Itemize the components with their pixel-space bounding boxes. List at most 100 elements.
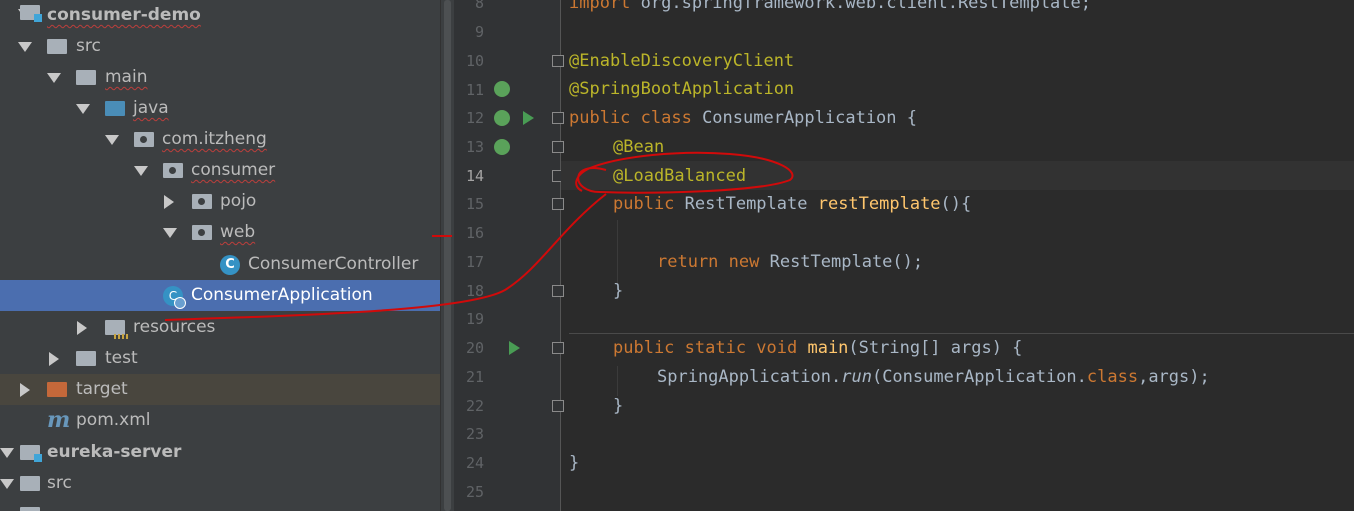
code-line-21[interactable]: SpringApplication.run(ConsumerApplicatio… xyxy=(657,363,1210,392)
code-line-13[interactable]: @Bean xyxy=(613,133,664,162)
tree-item-consumer-controller[interactable]: C ConsumerController xyxy=(0,249,440,280)
tree-item-label: consumer-demo xyxy=(47,5,201,25)
java-class-icon: C xyxy=(220,255,240,275)
line-number-current: 14 xyxy=(465,167,484,185)
collapse-arrow-icon[interactable] xyxy=(18,31,32,62)
collapse-arrow-icon[interactable] xyxy=(76,93,90,124)
maven-icon: m xyxy=(47,407,71,433)
tree-item-consumer[interactable]: consumer xyxy=(0,155,440,186)
spring-boot-class-icon: C xyxy=(163,286,186,309)
module-folder-icon xyxy=(20,445,42,462)
scrollbar-thumb[interactable] xyxy=(444,0,451,511)
tree-item-consumer-application[interactable]: C ConsumerApplication xyxy=(0,280,440,311)
project-tree-panel[interactable]: consumer-demo src main java com.itzheng … xyxy=(0,0,440,511)
code-line-15[interactable]: public RestTemplate restTemplate(){ xyxy=(613,190,971,219)
source-folder-icon xyxy=(105,101,125,116)
code-line-18[interactable]: } xyxy=(613,277,623,306)
code-line-22[interactable]: } xyxy=(613,392,623,421)
folder-icon xyxy=(20,507,40,511)
tree-item-label: src xyxy=(47,473,72,493)
collapse-arrow-icon[interactable] xyxy=(134,155,148,186)
package-icon xyxy=(192,194,212,209)
tree-item-com-itzheng[interactable]: com.itzheng xyxy=(0,124,440,155)
tree-item-web[interactable]: web xyxy=(0,217,440,248)
tree-item-pojo[interactable]: pojo xyxy=(0,186,440,217)
tree-item-label: pom.xml xyxy=(76,410,151,430)
code-line-24[interactable]: } xyxy=(569,449,579,478)
package-icon xyxy=(192,225,212,240)
code-line-11[interactable]: @SpringBootApplication xyxy=(569,75,794,104)
code-line-14[interactable]: @LoadBalanced xyxy=(613,162,746,191)
run-main-icon[interactable] xyxy=(509,341,520,355)
package-icon xyxy=(163,163,183,178)
folder-icon xyxy=(76,70,96,85)
tree-item-label: eureka-server xyxy=(47,442,182,462)
tree-item-label: java xyxy=(133,98,169,118)
spring-boot-icon[interactable] xyxy=(494,110,510,126)
line-number: 17 xyxy=(465,253,484,271)
line-number: 15 xyxy=(465,195,484,213)
code-line-17[interactable]: return new RestTemplate(); xyxy=(657,248,923,277)
tree-item-label: ConsumerApplication xyxy=(191,285,373,305)
collapse-arrow-icon[interactable] xyxy=(0,437,14,468)
tree-item-label: main xyxy=(105,67,148,87)
line-number: 24 xyxy=(465,454,484,472)
expand-arrow-icon[interactable] xyxy=(18,374,30,405)
line-number: 18 xyxy=(465,282,484,300)
folder-icon xyxy=(47,39,67,54)
code-line-20[interactable]: public static void main(String[] args) { xyxy=(613,334,1022,363)
collapse-arrow-icon[interactable] xyxy=(163,217,177,248)
line-number: 25 xyxy=(465,483,484,501)
folder-icon xyxy=(76,351,96,366)
package-icon xyxy=(134,132,154,147)
tree-item-consumer-demo[interactable]: consumer-demo xyxy=(0,0,440,31)
tree-item-target[interactable]: target xyxy=(0,374,440,405)
line-number: 13 xyxy=(465,138,484,156)
expand-arrow-icon[interactable] xyxy=(47,343,59,374)
line-number: 12 xyxy=(465,109,484,127)
tree-item-src[interactable]: src xyxy=(0,468,440,499)
code-line-10[interactable]: @EnableDiscoveryClient xyxy=(569,47,794,76)
collapse-arrow-icon[interactable] xyxy=(0,468,14,499)
tree-item-pom-xml[interactable]: m pom.xml xyxy=(0,405,440,436)
tree-item-label: com.itzheng xyxy=(162,129,267,149)
tree-item-label: ConsumerController xyxy=(248,254,419,274)
code-line-8[interactable]: import org.springframework.web.client.Re… xyxy=(569,0,1091,18)
line-number: 8 xyxy=(474,0,484,12)
tree-item-java[interactable]: java xyxy=(0,93,440,124)
tree-item-label: pojo xyxy=(220,191,257,211)
line-number: 10 xyxy=(465,52,484,70)
tree-item-label: src xyxy=(76,36,101,56)
line-number: 23 xyxy=(465,425,484,443)
tree-item-label: target xyxy=(76,379,128,399)
module-folder-icon xyxy=(20,5,42,22)
tree-item-label: consumer xyxy=(191,160,276,180)
run-class-icon[interactable] xyxy=(523,111,534,125)
line-number: 11 xyxy=(465,81,484,99)
tree-item-label: resources xyxy=(133,317,216,337)
tree-item-partial[interactable] xyxy=(0,499,440,511)
tree-item-src[interactable]: src xyxy=(0,31,440,62)
spring-bean-icon[interactable] xyxy=(494,139,510,155)
line-number: 21 xyxy=(465,368,484,386)
collapse-arrow-icon[interactable] xyxy=(105,124,119,155)
collapse-arrow-icon[interactable] xyxy=(47,62,61,93)
tree-item-label: web xyxy=(220,222,256,242)
expand-arrow-icon[interactable] xyxy=(162,186,174,217)
resources-folder-icon xyxy=(105,320,128,339)
excluded-folder-icon xyxy=(47,382,67,397)
tree-item-label: test xyxy=(105,348,138,368)
spring-bean-icon[interactable] xyxy=(494,81,510,97)
tree-item-main[interactable]: main xyxy=(0,62,440,93)
code-line-12[interactable]: public class ConsumerApplication { xyxy=(569,104,917,133)
line-number: 16 xyxy=(465,224,484,242)
tree-item-resources[interactable]: resources xyxy=(0,312,440,343)
tree-item-eureka-server[interactable]: eureka-server xyxy=(0,437,440,468)
expand-arrow-icon[interactable] xyxy=(75,312,87,343)
line-number: 20 xyxy=(465,339,484,357)
line-number: 19 xyxy=(465,310,484,328)
folder-icon xyxy=(20,476,40,491)
tree-item-test[interactable]: test xyxy=(0,343,440,374)
tree-scrollbar[interactable] xyxy=(440,0,455,511)
line-number: 22 xyxy=(465,397,484,415)
